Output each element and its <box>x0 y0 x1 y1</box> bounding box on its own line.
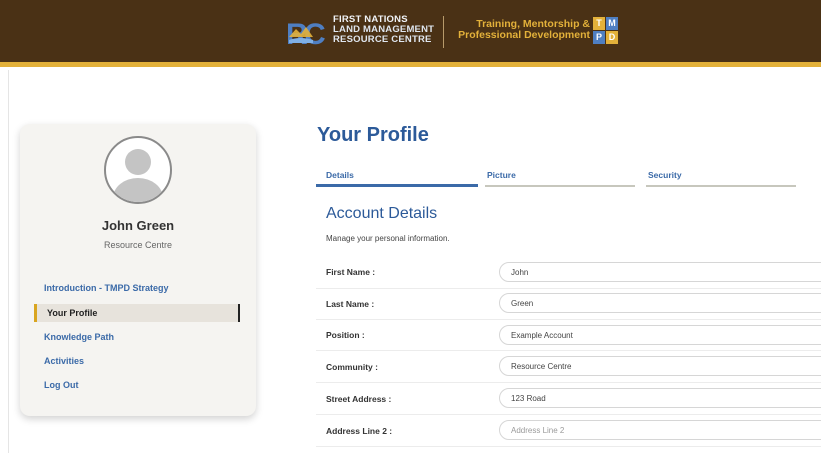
page-left-border <box>8 70 9 453</box>
section-title: Account Details <box>326 205 438 222</box>
field-divider <box>316 350 821 351</box>
first-name-field[interactable] <box>499 262 821 282</box>
field-label-street-address: Street Address : <box>326 394 392 404</box>
field-label-first-name: First Name : <box>326 267 376 277</box>
position-field[interactable] <box>499 325 821 345</box>
field-label-position: Position : <box>326 330 365 340</box>
community-field[interactable] <box>499 356 821 376</box>
tab-picture-underline <box>485 185 635 187</box>
nav-knowledge-path[interactable]: Knowledge Path <box>44 332 114 342</box>
nav-log-out[interactable]: Log Out <box>44 380 79 390</box>
profile-sidebar: John Green Resource Centre Introduction … <box>20 124 256 416</box>
header-divider <box>443 16 444 48</box>
field-divider <box>316 382 821 383</box>
program-name-line: Professional Development <box>458 29 590 41</box>
field-divider <box>316 319 821 320</box>
tmpd-letter: M <box>606 17 618 30</box>
field-divider <box>316 414 821 415</box>
field-divider <box>316 288 821 289</box>
org-name: FIRST NATIONS LAND MANAGEMENT RESOURCE C… <box>333 15 434 45</box>
field-label-community: Community : <box>326 362 378 372</box>
header-accent-line <box>0 62 821 67</box>
site-header: R C FIRST NATIONS LAND MANAGEMENT RESOUR… <box>0 0 821 62</box>
nav-activities[interactable]: Activities <box>44 356 84 366</box>
rc-logo-icon[interactable]: R C <box>286 17 328 49</box>
last-name-field[interactable] <box>499 293 821 313</box>
tmpd-letter: D <box>606 31 618 44</box>
tmpd-letter: T <box>593 17 605 30</box>
nav-your-profile[interactable]: Your Profile <box>34 304 240 322</box>
tab-details-underline <box>316 184 478 187</box>
page-title: Your Profile <box>317 124 429 146</box>
tmpd-letter: P <box>593 31 605 44</box>
tab-details[interactable]: Details <box>326 170 354 180</box>
tmpd-badge: T M P D <box>593 17 619 45</box>
street-address-field[interactable] <box>499 388 821 408</box>
section-description: Manage your personal information. <box>326 234 450 243</box>
nav-label: Your Profile <box>47 308 98 318</box>
user-silhouette-icon <box>113 149 163 202</box>
address-line-2-field[interactable] <box>499 420 821 440</box>
tab-security-underline <box>646 185 796 187</box>
org-name-line: RESOURCE CENTRE <box>333 34 432 45</box>
field-divider <box>316 446 821 447</box>
tab-security[interactable]: Security <box>648 170 682 180</box>
program-name: Training, Mentorship & Professional Deve… <box>455 19 590 41</box>
user-organization: Resource Centre <box>103 240 173 250</box>
field-label-last-name: Last Name : <box>326 299 375 309</box>
field-label-address-line-2: Address Line 2 : <box>326 426 393 436</box>
user-name: John Green <box>101 218 175 233</box>
tab-picture[interactable]: Picture <box>487 170 516 180</box>
avatar[interactable] <box>104 136 172 204</box>
nav-introduction[interactable]: Introduction - TMPD Strategy <box>44 283 169 293</box>
